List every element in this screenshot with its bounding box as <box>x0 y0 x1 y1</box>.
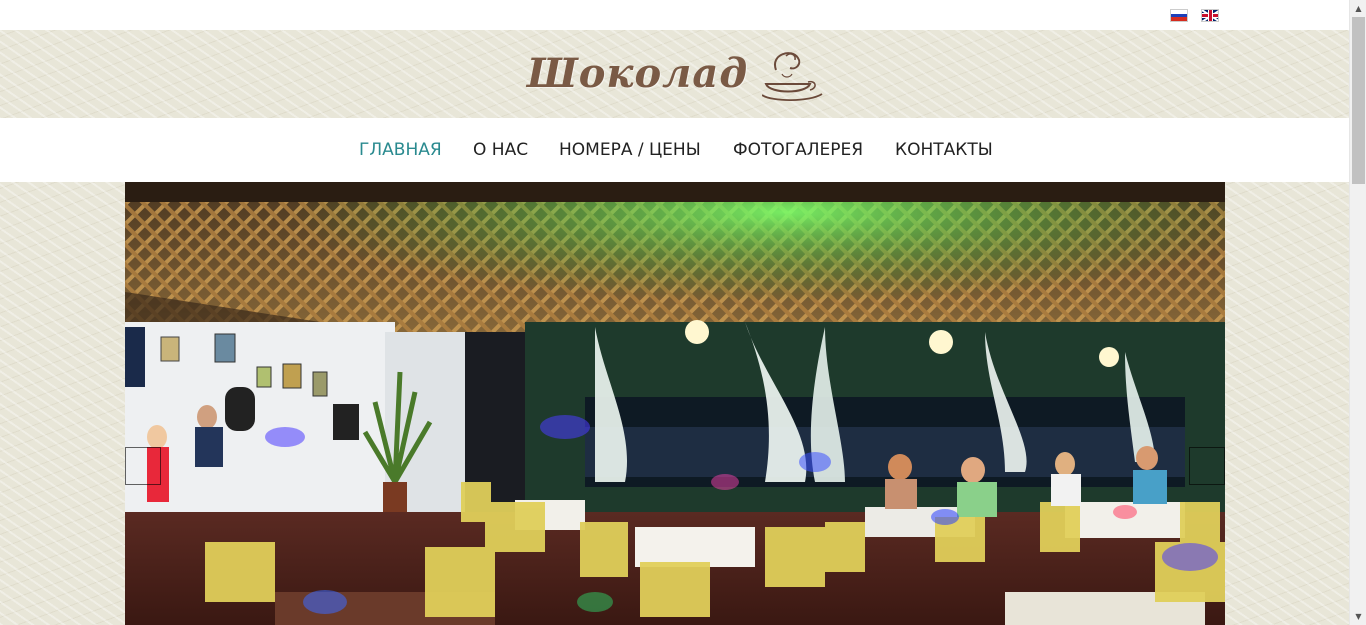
russian-flag-icon[interactable] <box>1170 9 1188 22</box>
nav-item-gallery[interactable]: ФОТОГАЛЕРЕЯ <box>733 140 863 160</box>
logo-text: Шоколад <box>527 50 749 97</box>
scroll-thumb[interactable] <box>1352 17 1365 184</box>
cafe-terrace-photo <box>125 182 1225 625</box>
nav-item-rooms-prices[interactable]: НОМЕРА / ЦЕНЫ <box>559 140 701 160</box>
scroll-up-icon[interactable]: ▲ <box>1350 0 1366 17</box>
page: Шоколад ГЛАВНАЯ О НАС НОМЕРА / ЦЕНЫ ФОТО… <box>0 0 1349 625</box>
slider-prev-button[interactable] <box>125 447 161 485</box>
vertical-scrollbar[interactable]: ▲ ▼ <box>1349 0 1366 625</box>
english-flag-icon[interactable] <box>1201 9 1219 22</box>
language-bar <box>0 0 1349 30</box>
hero-slider <box>125 182 1225 625</box>
scroll-down-icon[interactable]: ▼ <box>1350 608 1366 625</box>
site-logo[interactable]: Шоколад <box>527 48 827 108</box>
slider-next-button[interactable] <box>1189 447 1225 485</box>
coffee-cup-icon <box>762 52 823 101</box>
header-banner: Шоколад <box>0 30 1349 118</box>
main-navigation: ГЛАВНАЯ О НАС НОМЕРА / ЦЕНЫ ФОТОГАЛЕРЕЯ … <box>0 118 1349 182</box>
nav-item-home[interactable]: ГЛАВНАЯ <box>359 140 442 160</box>
nav-item-contacts[interactable]: КОНТАКТЫ <box>895 140 993 160</box>
nav-item-about[interactable]: О НАС <box>473 140 528 160</box>
